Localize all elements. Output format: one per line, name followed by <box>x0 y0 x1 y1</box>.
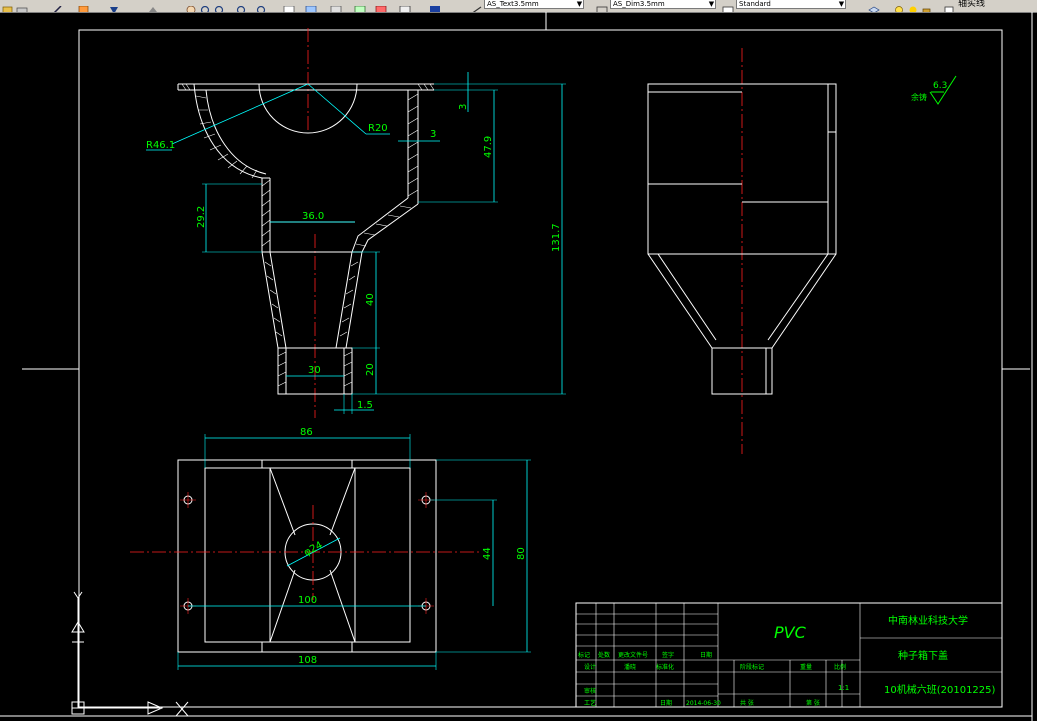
text-style-icon <box>470 0 482 12</box>
tb-h-date: 日期 <box>700 651 712 659</box>
dim-44: 44 <box>482 547 493 560</box>
tool-palette-icon[interactable] <box>330 0 342 12</box>
dim-r20: R20 <box>368 123 388 134</box>
ucs-x-letter <box>175 701 189 717</box>
surface-roughness-symbol: 6.3 余铸 <box>911 75 957 105</box>
chevron-down-icon[interactable]: ▼ <box>707 0 716 9</box>
chevron-down-icon[interactable]: ▼ <box>837 0 846 9</box>
dim-292: 29.2 <box>196 206 207 228</box>
top-flange-hatch-left <box>181 83 191 91</box>
tb-r-sheets: 共 张 <box>740 699 754 707</box>
tb-r-name: 潘晓 <box>624 663 636 671</box>
ucs-y-letter <box>73 591 83 604</box>
tb-h-weight: 重量 <box>800 663 812 671</box>
text-style-select[interactable]: AS_Text3.5mm <box>484 0 584 9</box>
tb-h-count: 处数 <box>598 651 610 659</box>
tb-drawing-no: 10机械六班(20101225) <box>884 683 996 696</box>
tb-part-name: 种子箱下盖 <box>898 649 948 662</box>
layer-manager-icon[interactable] <box>868 0 880 12</box>
leader-r461 <box>171 83 309 145</box>
redo-icon[interactable] <box>147 0 159 12</box>
sun-icon[interactable] <box>907 0 919 12</box>
front-view: R46.1 R20 3 3 47.9 131.7 29.2 36.0 40 20… <box>146 28 566 418</box>
right-diagonal-hatch <box>355 205 412 247</box>
cone-right-wall <box>335 251 363 349</box>
paint-icon[interactable] <box>78 0 90 12</box>
dim-r461: R46.1 <box>146 140 175 151</box>
cone-left-wall <box>261 251 287 349</box>
title-block: 标记 处数 更改文件号 签字 日期 设计 潘晓 标准化 审核 工艺 日期 201… <box>575 602 1003 708</box>
tb-r-date-val: 2014-06-30 <box>686 700 721 707</box>
dim-360: 36.0 <box>302 211 324 222</box>
tb-r-process: 工艺 <box>584 699 596 707</box>
lock-icon[interactable] <box>921 0 933 12</box>
ucs-icon <box>71 591 189 717</box>
zoom-previous-icon[interactable] <box>236 0 248 12</box>
dim-108: 108 <box>298 655 317 666</box>
help-icon[interactable] <box>429 0 441 12</box>
table-style-select[interactable]: Standard <box>736 0 846 9</box>
pencil-icon[interactable] <box>52 0 64 12</box>
layer-color-swatch[interactable] <box>944 0 956 12</box>
markup-icon[interactable] <box>375 0 387 12</box>
drawing-canvas[interactable]: R46.1 R20 3 3 47.9 131.7 29.2 36.0 40 20… <box>0 12 1037 721</box>
lightbulb-icon[interactable] <box>893 0 905 12</box>
calculator-icon[interactable] <box>399 0 411 12</box>
tb-r-design: 设计 <box>584 663 596 671</box>
dim-style-select[interactable]: AS_Dim3.5mm <box>610 0 716 9</box>
dim-479: 47.9 <box>483 136 494 158</box>
chevron-down-icon[interactable]: ▼ <box>575 0 584 9</box>
dim-style-icon <box>596 0 608 12</box>
down-arrow-icon[interactable] <box>108 0 120 12</box>
open-icon[interactable] <box>2 0 14 12</box>
right-vertical-wall-hatch <box>407 93 419 197</box>
tb-r-sheet: 第 张 <box>806 699 820 707</box>
dim-3a: 3 <box>458 104 469 110</box>
leader-r20 <box>307 83 367 135</box>
dim-80: 80 <box>516 547 527 560</box>
side-view <box>647 48 837 454</box>
zoom-window-icon[interactable] <box>214 0 226 12</box>
tb-school: 中南林业科技大学 <box>888 614 968 627</box>
dim-100: 100 <box>298 595 317 606</box>
left-vertical-wall-hatch <box>261 179 271 247</box>
dim-15: 1.5 <box>357 400 373 411</box>
zoom-extents-icon[interactable] <box>256 0 268 12</box>
zoom-realtime-icon[interactable] <box>200 0 212 12</box>
tb-r-review: 审核 <box>584 687 596 695</box>
print-icon[interactable] <box>16 0 28 12</box>
tb-r-std: 标准化 <box>656 663 674 671</box>
tb-r-approve-date: 日期 <box>660 699 672 707</box>
tb-h-doc: 更改文件号 <box>618 651 648 659</box>
tb-material: PVC <box>774 623 807 642</box>
current-layer-name[interactable]: 轴实线 <box>958 0 985 9</box>
dim-30: 30 <box>308 365 321 376</box>
top-flange-hatch-right <box>417 83 435 91</box>
properties-icon[interactable] <box>283 0 295 12</box>
tb-scale: 1:1 <box>838 684 849 692</box>
dim-86: 86 <box>300 427 313 438</box>
roughness-value: 6.3 <box>933 81 947 91</box>
left-curved-wall-outer <box>193 83 263 179</box>
tb-h-sign: 签字 <box>662 651 674 659</box>
left-curved-wall-hatch <box>195 95 258 179</box>
roughness-label: 余铸 <box>911 92 927 102</box>
tb-h-stage: 阶段标记 <box>740 663 764 671</box>
dim-3b: 3 <box>430 129 436 140</box>
top-view: φ24 86 100 108 44 80 <box>130 427 531 670</box>
table-style-icon <box>722 0 734 12</box>
design-center-icon[interactable] <box>305 0 317 12</box>
dim-20: 20 <box>365 363 376 376</box>
tb-h-mark: 标记 <box>578 651 590 659</box>
right-diagonal-wall <box>351 197 419 253</box>
dim-40: 40 <box>365 293 376 306</box>
tb-h-ratio: 比例 <box>834 663 846 671</box>
pan-icon[interactable] <box>185 0 197 12</box>
dim-1317: 131.7 <box>551 223 562 252</box>
sheet-set-icon[interactable] <box>354 0 366 12</box>
